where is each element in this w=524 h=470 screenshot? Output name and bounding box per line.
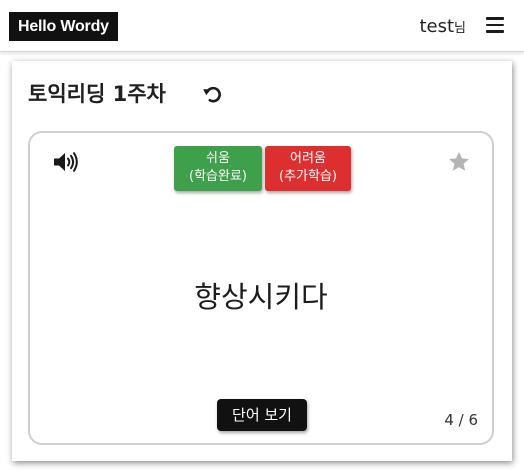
hamburger-menu-icon[interactable] (486, 17, 504, 33)
user-honorific: 님 (454, 21, 466, 36)
card-counter: 4 / 6 (444, 411, 478, 429)
panel-title: 토익리딩 1주차 (28, 82, 166, 106)
hard-button[interactable]: 어려움 (추가학습) (265, 146, 351, 191)
flashcard: 쉬움 (학습완료) 어려움 (추가학습) 향상시키다 단어 보기 4 / 6 (28, 131, 494, 445)
user-greeting: test님 (419, 16, 466, 40)
study-panel: 토익리딩 1주차 쉬움 (학습완료) 어려움 (추가학습) 향상시키다 단어 보… (12, 61, 512, 461)
easy-button[interactable]: 쉬움 (학습완료) (174, 146, 262, 191)
easy-button-sublabel: (학습완료) (189, 169, 247, 184)
reveal-word-button[interactable]: 단어 보기 (217, 399, 307, 431)
brand-logo[interactable]: Hello Wordy (9, 12, 118, 41)
hard-button-label: 어려움 (290, 151, 326, 166)
top-navbar: Hello Wordy test님 (0, 0, 524, 52)
star-icon[interactable] (447, 150, 471, 174)
speaker-icon[interactable] (52, 150, 80, 174)
hard-button-sublabel: (추가학습) (279, 169, 337, 184)
flashcard-word: 향상시키다 (194, 280, 328, 314)
user-name: test (419, 16, 455, 37)
refresh-icon[interactable] (201, 82, 223, 106)
easy-button-label: 쉬움 (206, 151, 230, 166)
